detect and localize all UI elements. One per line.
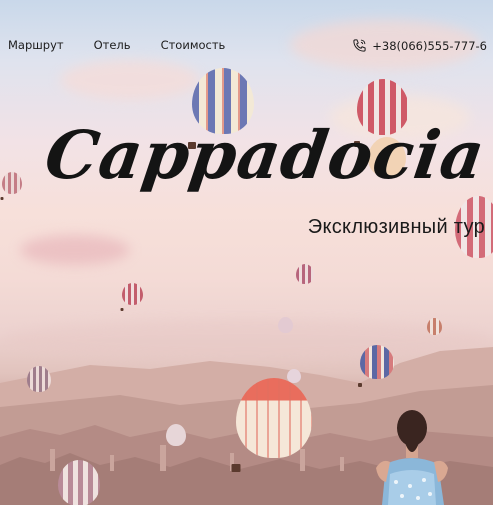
hero-title: Cappadocia — [40, 116, 491, 194]
phone-icon — [353, 39, 366, 52]
nav-item-hotel[interactable]: Отель — [94, 38, 131, 52]
phone-contact[interactable]: +38(066)555-777-6 — [352, 38, 487, 53]
hero-background: Маршрут Отель Стоимость +38(066)555-777-… — [0, 0, 493, 505]
nav-item-route[interactable]: Маршрут — [8, 38, 64, 52]
main-nav: Маршрут Отель Стоимость — [8, 38, 225, 52]
phone-number: +38(066)555-777-6 — [372, 38, 487, 53]
traveler-figure — [376, 410, 448, 505]
nav-item-price[interactable]: Стоимость — [161, 38, 226, 52]
hero-subtitle: Эксклюзивный тур — [307, 216, 485, 238]
cloud — [20, 235, 130, 265]
cloud — [60, 60, 200, 100]
